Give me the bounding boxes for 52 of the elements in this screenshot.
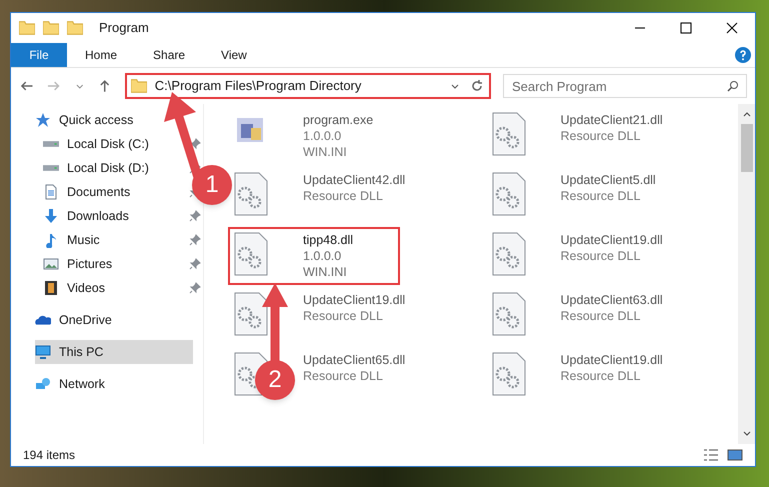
ribbon-tab[interactable]: Home [67,43,136,67]
file-detail: Resource DLL [560,368,642,384]
file-detail: Resource DLL [560,188,642,204]
file-name: tipp48.dll [303,232,354,248]
file-detail: 1.0.0.0 [303,128,342,144]
file-detail: 1.0.0.0 [303,248,342,264]
search-field[interactable]: Search Program [503,74,747,98]
sidebar-item[interactable]: Downloads [43,204,137,228]
file-name: UpdateClient65.dll [303,352,406,368]
sidebar-item[interactable]: Network [35,372,113,396]
sidebar-item[interactable]: Quick access [35,108,142,132]
file-item[interactable]: UpdateClient19.dll Resource DLL [303,288,418,328]
file-item[interactable]: UpdateClient19.dll Resource DLL [560,348,675,388]
window-title: Program [99,19,149,38]
sidebar-item[interactable]: Documents [43,180,138,204]
item-count: 194 items [23,447,76,464]
file-item[interactable]: UpdateClient5.dll Resource DLL [560,168,668,208]
file-detail: Resource DLL [303,188,384,204]
sidebar-item[interactable]: Local Disk (C:) [43,132,157,156]
file-name: UpdateClient5.dll [560,172,656,188]
file-name: UpdateClient21.dll [560,112,663,128]
sidebar-item[interactable]: Local Disk (D:) [43,156,157,180]
file-name: UpdateClient42.dll [303,172,406,188]
file-item[interactable]: UpdateClient21.dll Resource DLL [560,108,675,148]
sidebar-item[interactable]: This PC [35,340,193,364]
file-detail: WIN.INI [303,144,348,160]
sidebar-item[interactable]: OneDrive [35,308,120,332]
file-detail: WIN.INI [303,264,348,280]
file-item[interactable]: UpdateClient19.dll Resource DLL [560,228,675,268]
file-detail: Resource DLL [560,248,642,264]
file-name: program.exe [303,112,374,128]
address-field[interactable]: C:\Program Files\Program Directory [124,73,491,99]
sidebar-item[interactable]: Pictures [43,252,120,276]
file-item[interactable]: tipp48.dll 1.0.0.0 WIN.INI [229,228,399,284]
file-name: UpdateClient19.dll [560,352,663,368]
file-item[interactable]: program.exe 1.0.0.0 WIN.INI [303,108,386,164]
file-name: UpdateClient19.dll [560,232,663,248]
file-detail: Resource DLL [560,128,642,144]
file-detail: Resource DLL [560,308,642,324]
file-name: UpdateClient19.dll [303,292,406,308]
address-path: C:\Program Files\Program Directory [154,77,362,96]
file-name: UpdateClient63.dll [560,292,663,308]
sidebar-item[interactable]: Music [43,228,108,252]
file-detail: Resource DLL [303,368,384,384]
file-item[interactable]: UpdateClient63.dll Resource DLL [560,288,675,328]
file-detail: Resource DLL [303,308,384,324]
ribbon-tab[interactable]: File [11,43,67,67]
ribbon-tab[interactable]: Share [135,43,204,67]
file-item[interactable]: UpdateClient42.dll Resource DLL [303,168,418,208]
ribbon-tab[interactable]: View [203,43,265,67]
sidebar-item[interactable]: Videos [43,276,113,300]
file-item[interactable]: UpdateClient65.dll Resource DLL [303,348,418,388]
